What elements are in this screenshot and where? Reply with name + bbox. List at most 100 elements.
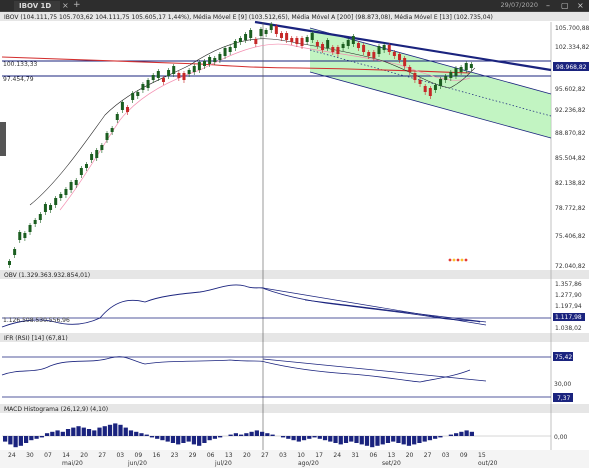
- macd-bar: [259, 431, 265, 436]
- add-tab-icon[interactable]: +: [73, 0, 81, 11]
- x-tick-month: ago/20: [298, 460, 319, 467]
- candle-body: [279, 33, 283, 38]
- macd-bar: [406, 436, 412, 446]
- candle-body: [28, 225, 32, 232]
- candle-body: [454, 68, 458, 76]
- candle-body: [54, 198, 58, 205]
- price-ylabel: 82.138,82: [555, 180, 586, 187]
- macd-bar: [359, 436, 364, 445]
- candle-body: [377, 46, 381, 54]
- macd-bar: [280, 436, 286, 438]
- tab-close-icon[interactable]: ×: [62, 0, 69, 11]
- candle-body: [408, 67, 412, 72]
- candle-body: [305, 37, 309, 42]
- current-price-badge-text: 98.968,82: [556, 64, 587, 71]
- line-label-100133: 100.133,33: [3, 61, 38, 68]
- candle-body: [110, 128, 114, 132]
- obv-panel-header: OBV (1.329.363.932.854,01): [4, 272, 90, 279]
- ifr-panel-header: IFR (RSI) [14] (67,81): [4, 335, 68, 342]
- x-tick-day: 27: [261, 452, 269, 459]
- candle-body: [295, 38, 299, 44]
- macd-bar: [464, 430, 469, 436]
- candle-body: [346, 40, 350, 46]
- macd-bar: [307, 436, 312, 439]
- candle-body: [177, 73, 181, 78]
- candle-body: [203, 61, 207, 66]
- minimize-icon[interactable]: –: [546, 0, 550, 11]
- x-tick-day: 24: [8, 452, 16, 459]
- x-tick-day: 17: [315, 452, 323, 459]
- tab-ibov[interactable]: IBOV 1D: [14, 1, 60, 11]
- macd-bar: [239, 434, 244, 436]
- candle-body: [382, 45, 386, 50]
- candle-body: [126, 107, 130, 112]
- candle-body: [351, 36, 355, 44]
- obv-ylabel: 1.197,94: [555, 303, 582, 310]
- candle-body: [315, 42, 319, 46]
- macd-bar: [459, 431, 464, 436]
- candle-body: [356, 43, 360, 48]
- close-icon[interactable]: ×: [577, 0, 584, 11]
- macd-bar: [343, 436, 349, 443]
- candle-body: [105, 133, 109, 140]
- macd-bar: [433, 436, 438, 439]
- ifr-ylabel-30: 30,00: [554, 381, 571, 388]
- x-tick-day: 24: [333, 452, 341, 459]
- macd-bar: [349, 436, 354, 442]
- candle-body: [74, 180, 78, 185]
- x-tick-day: 27: [98, 452, 106, 459]
- macd-bar: [44, 433, 50, 436]
- candle-body: [49, 205, 53, 210]
- x-tick-day: 14: [62, 452, 70, 459]
- macd-bar: [102, 426, 107, 436]
- candle-body: [392, 52, 396, 56]
- macd-bar: [97, 427, 102, 436]
- x-tick-month: mai/20: [62, 460, 83, 467]
- candle-body: [172, 66, 176, 74]
- x-tick-day: 09: [135, 452, 143, 459]
- macd-bar: [128, 430, 134, 436]
- candle-body: [59, 194, 63, 198]
- macd-bar: [149, 436, 155, 438]
- macd-panel-header: MACD Histograma (26,12,9) (4,10): [4, 406, 108, 413]
- candle-body: [69, 182, 73, 190]
- candle-body: [269, 24, 273, 30]
- price-ylabel: 105.700,88: [555, 25, 589, 32]
- restore-icon[interactable]: ▢: [561, 0, 569, 11]
- macd-bar: [296, 436, 301, 442]
- candle-body: [146, 80, 150, 88]
- macd-bar: [134, 431, 139, 436]
- chart-area[interactable]: IBOV (104.111,75 105.703,62 104.111,75 1…: [0, 12, 589, 468]
- candle-body: [33, 220, 37, 224]
- x-tick-day: 09: [460, 452, 468, 459]
- x-tick-day: 13: [388, 452, 396, 459]
- macd-bar: [417, 436, 422, 443]
- candle-body: [249, 30, 253, 38]
- macd-bar: [354, 436, 359, 443]
- macd-bar: [265, 433, 270, 436]
- macd-bar: [401, 436, 406, 445]
- candle-body: [398, 54, 402, 60]
- side-panel-handle[interactable]: [0, 122, 6, 156]
- candle-body: [449, 72, 453, 78]
- price-ylabel: 85.504,82: [555, 155, 586, 162]
- candle-body: [38, 214, 42, 220]
- x-tick-month: set/20: [382, 460, 401, 467]
- price-ylabel: 72.040,82: [555, 263, 586, 270]
- macd-bar: [385, 436, 391, 443]
- candle-body: [218, 54, 222, 60]
- macd-bar: [55, 430, 60, 436]
- candle-body: [403, 58, 407, 66]
- macd-bar: [391, 436, 396, 442]
- price-ylabel: 78.772,82: [555, 205, 586, 212]
- macd-bar: [155, 436, 160, 439]
- macd-bar: [412, 436, 417, 445]
- candle-body: [238, 38, 242, 42]
- price-ylabel: 75.406,82: [555, 233, 586, 240]
- macd-bar: [448, 434, 454, 436]
- candle-body: [464, 63, 468, 70]
- obv-ylabel: 1.277,90: [555, 292, 582, 299]
- macd-bar: [291, 436, 296, 441]
- candle-body: [439, 79, 443, 86]
- macd-bar: [438, 436, 443, 438]
